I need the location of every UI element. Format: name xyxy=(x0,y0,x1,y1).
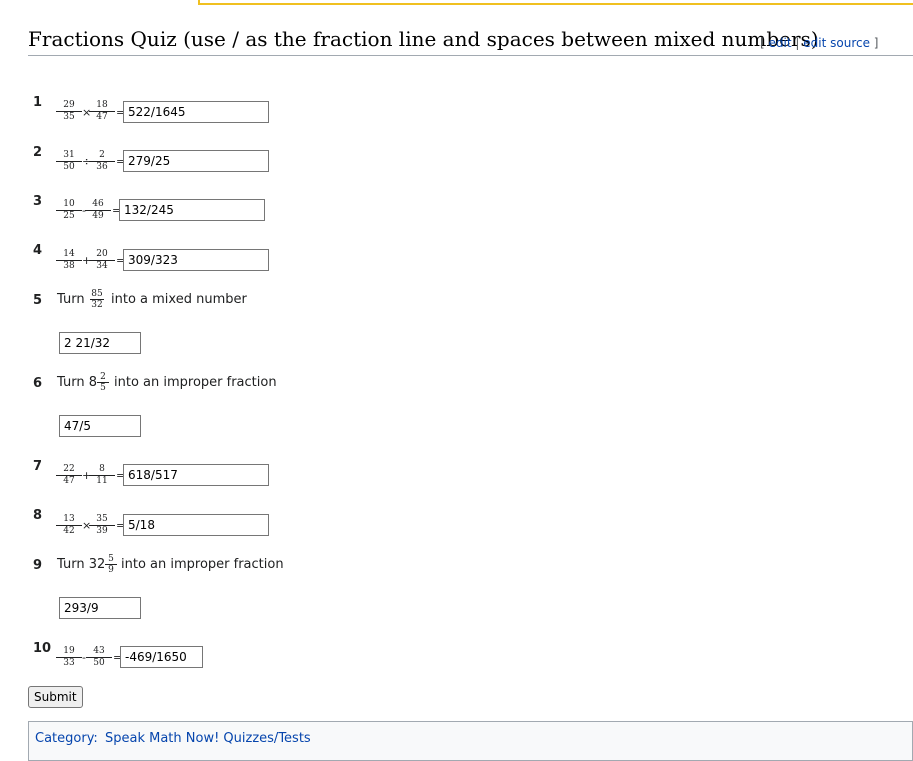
question-number: 1 xyxy=(33,95,43,110)
top-notice-border xyxy=(198,0,913,5)
fraction-a: 22 47 xyxy=(56,464,82,487)
question-text-post: into an improper fraction xyxy=(114,375,277,390)
answer-input[interactable]: 279/25 xyxy=(123,150,269,172)
edit-link[interactable]: edit xyxy=(769,36,792,50)
fraction-a: 29 35 xyxy=(56,100,82,123)
question-number: 10 xyxy=(33,641,52,656)
fraction: 59 xyxy=(105,554,117,575)
section-divider xyxy=(28,55,913,56)
submit-button[interactable]: Submit xyxy=(28,686,83,708)
fraction: 25 xyxy=(97,372,109,393)
category-box: Category: Speak Math Now! Quizzes/Tests xyxy=(28,721,913,761)
answer-input[interactable]: 132/245 xyxy=(119,199,265,221)
section-title: Fractions Quiz (use / as the fraction li… xyxy=(28,27,819,51)
question-text-post: into a mixed number xyxy=(111,292,247,307)
fraction-a: 31 50 xyxy=(56,150,82,173)
question-text-pre: Turn 8 xyxy=(57,375,97,390)
fraction-b: 35 39 xyxy=(89,514,115,537)
answer-input[interactable]: 5/18 xyxy=(123,514,269,536)
section-edit-links: [ edit | edit source ] xyxy=(760,36,878,50)
fraction-b: 46 49 xyxy=(85,199,111,222)
edit-bracket-open: [ xyxy=(760,36,765,50)
fraction-b: 18 47 xyxy=(89,100,115,123)
answer-input[interactable]: 2 21/32 xyxy=(59,332,141,354)
question-number: 8 xyxy=(33,508,43,523)
question-text-post: into an improper fraction xyxy=(121,557,284,572)
answer-input[interactable]: 293/9 xyxy=(59,597,141,619)
answer-input[interactable]: 522/1645 xyxy=(123,101,269,123)
fraction-b: 43 50 xyxy=(86,646,112,669)
question-number: 7 xyxy=(33,459,43,474)
question-number: 6 xyxy=(33,376,43,391)
question-number: 3 xyxy=(33,194,43,209)
edit-source-link[interactable]: edit source xyxy=(803,36,870,50)
answer-input[interactable]: -469/1650 xyxy=(120,646,203,668)
answer-input[interactable]: 309/323 xyxy=(123,249,269,271)
question-text-pre: Turn 32 xyxy=(57,557,106,572)
edit-separator: | xyxy=(795,36,800,50)
fraction-a: 14 38 xyxy=(56,249,82,272)
fraction-b: 8 11 xyxy=(89,464,115,487)
question-number: 4 xyxy=(33,243,43,258)
fraction-a: 13 42 xyxy=(56,514,82,537)
answer-input[interactable]: 47/5 xyxy=(59,415,141,437)
question-text-pre: Turn xyxy=(57,292,85,307)
fraction-b: 20 34 xyxy=(89,249,115,272)
answer-input[interactable]: 618/517 xyxy=(123,464,269,486)
edit-bracket-close: ] xyxy=(873,36,879,50)
fraction-b: 2 36 xyxy=(89,150,115,173)
question-number: 2 xyxy=(33,145,43,160)
question-number: 5 xyxy=(33,293,43,308)
fraction: 85 32 xyxy=(90,289,104,310)
fraction-a: 19 33 xyxy=(56,646,82,669)
fraction-a: 10 25 xyxy=(56,199,82,222)
question-number: 9 xyxy=(33,558,43,573)
